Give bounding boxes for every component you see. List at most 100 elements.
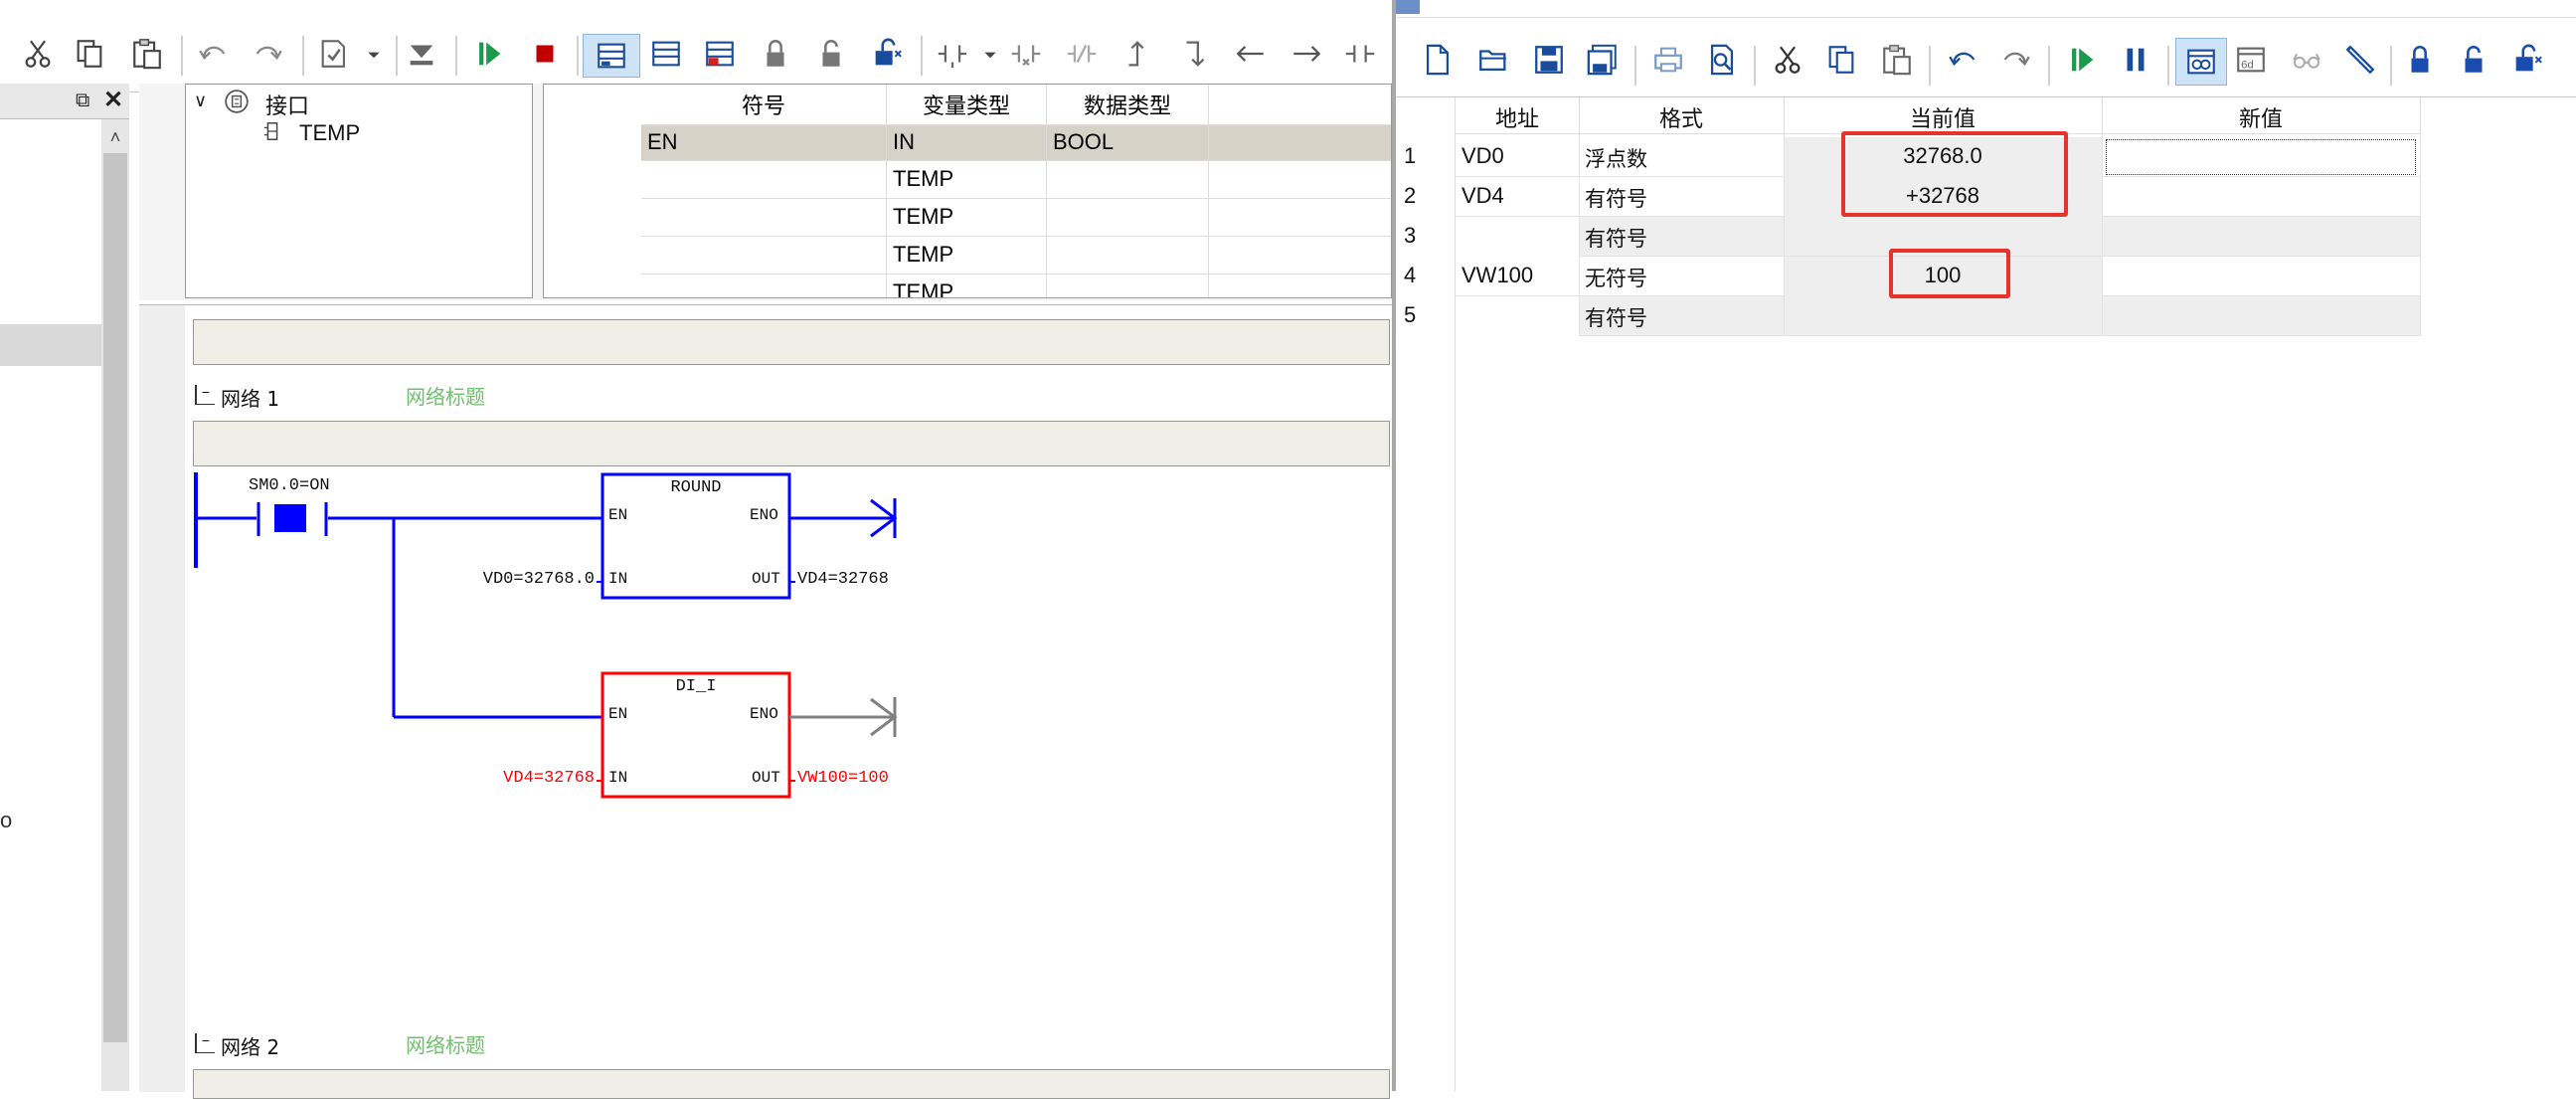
table-cell[interactable] (1046, 160, 1209, 199)
collapse-icon[interactable]: ∨ (194, 91, 207, 111)
format-cell[interactable]: 无符号 (1585, 263, 1647, 292)
negate-contact-icon[interactable] (1064, 36, 1100, 72)
table-cell[interactable] (641, 236, 887, 275)
interface-child-label[interactable]: TEMP (299, 120, 360, 146)
scrollbar-thumb[interactable] (103, 153, 127, 1042)
table-row[interactable]: TEMP (641, 198, 1391, 237)
table-cell[interactable]: BOOL (1046, 124, 1209, 161)
unlock-all-icon-right[interactable] (2509, 42, 2545, 78)
address-cell[interactable]: VD4 (1461, 183, 1504, 209)
table-cell[interactable] (1046, 274, 1209, 297)
force-table-icon[interactable] (702, 36, 738, 72)
new-value-cell[interactable] (2106, 139, 2416, 175)
status-chart-icon[interactable] (648, 36, 684, 72)
col-data-type: 数据类型 (1046, 85, 1209, 125)
branch-down-icon[interactable] (1177, 36, 1213, 72)
undo-icon[interactable] (195, 36, 231, 72)
table-cell[interactable] (641, 274, 887, 297)
copy-icon[interactable] (72, 36, 107, 72)
table-row[interactable]: EN IN BOOL (641, 124, 1391, 161)
left-editor-window: ⧉ ✕ o ˄ ∨ 接口 TEMP 符号 变量类型 数据类型 EN IN BOO… (0, 0, 1392, 1099)
branch-up-icon[interactable] (1119, 36, 1155, 72)
redo-icon-right[interactable] (1998, 42, 2034, 78)
dropdown-arrow-icon-2[interactable] (980, 36, 1000, 72)
insert-coil-icon[interactable] (1342, 36, 1378, 72)
unlock-icon[interactable] (813, 36, 849, 72)
new-value-cell[interactable] (2102, 217, 2420, 257)
chart-status-icon[interactable] (2175, 38, 2227, 86)
lock-icon-right[interactable] (2402, 42, 2438, 78)
format-cell[interactable]: 有符号 (1585, 183, 1647, 213)
open-icon[interactable] (1475, 42, 1511, 78)
dropdown-arrow-icon[interactable] (364, 36, 384, 72)
new-value-cell[interactable] (2102, 257, 2420, 296)
format-cell[interactable]: 有符号 (1585, 302, 1647, 332)
table-cell[interactable]: TEMP (886, 198, 1047, 237)
table-cell[interactable]: TEMP (886, 236, 1047, 275)
contact-label: SM0.0=ON (249, 476, 330, 495)
pause-icon[interactable] (2118, 42, 2153, 78)
undo-icon-right[interactable] (1945, 42, 1980, 78)
format-cell[interactable]: 浮点数 (1585, 143, 1647, 173)
stop-icon[interactable] (527, 36, 563, 72)
redo-icon[interactable] (251, 36, 286, 72)
line-left-icon[interactable] (1233, 36, 1269, 72)
float-window-icon[interactable]: ⧉ (76, 90, 95, 111)
network2-title[interactable]: 网络标题 (406, 1029, 485, 1058)
network2-label: 网络 2 (221, 1035, 280, 1059)
table-cell[interactable] (641, 160, 887, 199)
compile-icon[interactable] (316, 36, 352, 72)
cut-icon-right[interactable] (1770, 42, 1805, 78)
line-right-icon[interactable] (1288, 36, 1324, 72)
save-icon[interactable] (1531, 42, 1567, 78)
variable-table-frame: 符号 变量类型 数据类型 EN IN BOOL TEMP TEMP TEMP T… (543, 84, 1392, 298)
di-i-in-value: VD4=32768 (503, 769, 595, 788)
print-preview-icon[interactable] (1704, 42, 1740, 78)
tree-selected-row[interactable] (0, 324, 101, 366)
unlock-icon-right[interactable] (2456, 42, 2491, 78)
format-cell[interactable]: 有符号 (1585, 223, 1647, 253)
insert-contact-icon[interactable] (935, 36, 970, 72)
lock-icon[interactable] (758, 36, 793, 72)
table-cell[interactable] (1046, 198, 1209, 237)
scroll-up-icon[interactable]: ˄ (105, 127, 125, 147)
status-chart-window: 6d 地址 格式 当前值 新值 1 VD0 浮点数 32768.0 2 VD4 … (1396, 0, 2576, 1091)
header-address: 地址 (1494, 107, 1539, 132)
table-cell[interactable]: EN (641, 124, 887, 161)
table-cell[interactable] (1046, 236, 1209, 275)
delete-contact-icon[interactable] (1008, 36, 1044, 72)
run-icon[interactable] (471, 36, 507, 72)
di-i-eno-pin: ENO (750, 705, 778, 723)
paste-icon-right[interactable] (1879, 42, 1915, 78)
glasses-icon[interactable] (2289, 42, 2324, 78)
new-icon[interactable] (1420, 42, 1456, 78)
new-value-cell[interactable] (2102, 177, 2420, 217)
table-row[interactable]: TEMP (641, 236, 1391, 275)
program-status-icon[interactable] (583, 34, 640, 78)
run-icon-right[interactable] (2064, 42, 2100, 78)
table-row[interactable]: TEMP (641, 160, 1391, 199)
copy-icon-right[interactable] (1823, 42, 1859, 78)
new-value-cell[interactable] (2102, 296, 2420, 336)
save-all-icon[interactable] (1585, 42, 1621, 78)
network2-toggle-icon[interactable]: − (195, 1033, 215, 1053)
unlock-all-icon[interactable] (869, 36, 905, 72)
address-cell[interactable]: VW100 (1461, 263, 1533, 288)
network2-comment-box[interactable] (193, 1069, 1390, 1099)
single-read-icon[interactable]: 6d (2233, 42, 2269, 78)
print-icon[interactable] (1650, 42, 1686, 78)
cut-icon[interactable] (20, 36, 56, 72)
table-cell[interactable]: TEMP (886, 160, 1047, 199)
interface-root-label[interactable]: 接口 (265, 89, 309, 120)
address-cell[interactable]: VD0 (1461, 143, 1504, 169)
left-toolbar (0, 20, 1392, 92)
table-cell[interactable]: TEMP (886, 274, 1047, 297)
download-icon[interactable] (404, 36, 439, 72)
table-cell[interactable]: IN (886, 124, 1047, 161)
table-row[interactable]: TEMP (641, 274, 1391, 297)
pen-icon[interactable] (2342, 42, 2378, 78)
table-cell[interactable] (641, 198, 887, 237)
paste-icon[interactable] (129, 36, 165, 72)
variable-table: 符号 变量类型 数据类型 EN IN BOOL TEMP TEMP TEMP T… (641, 85, 1391, 297)
close-icon[interactable]: ✕ (103, 86, 125, 113)
